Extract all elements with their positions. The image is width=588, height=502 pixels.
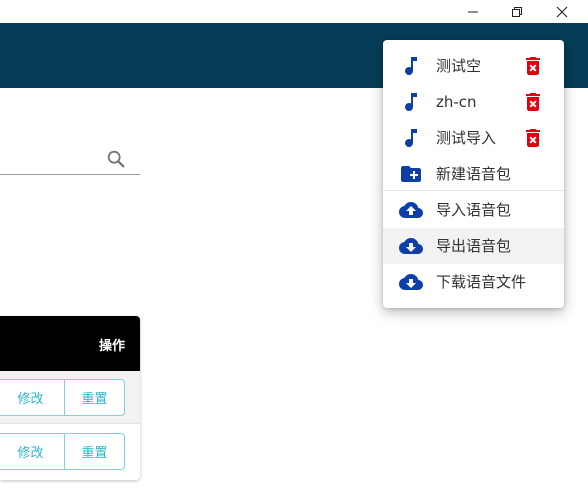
menu-item-export-pack[interactable]: 导出语音包: [383, 228, 564, 264]
voice-table: 操作 修改 重置 修改 重置: [0, 316, 140, 480]
cloud-upload-icon: [399, 202, 423, 218]
menu-item-pack-test-import[interactable]: 测试导入: [383, 120, 564, 156]
menu-item-import-pack[interactable]: 导入语音包: [383, 192, 564, 228]
menu-divider: [383, 190, 564, 191]
reset-button[interactable]: 重置: [64, 433, 125, 470]
menu-item-new-pack[interactable]: 新建语音包: [383, 156, 564, 192]
minimize-button[interactable]: [453, 0, 493, 23]
music-note-icon: [405, 93, 417, 112]
close-button[interactable]: [542, 0, 582, 23]
window-titlebar: [0, 0, 588, 23]
maximize-button[interactable]: [497, 0, 537, 23]
app-window: 操作 修改 重置 修改 重置 测试空 zh-cn 测试导入 新建语音包 导入语音…: [0, 0, 588, 502]
menu-item-label: 导入语音包: [436, 201, 512, 219]
reset-button[interactable]: 重置: [64, 379, 125, 416]
close-icon: [556, 6, 568, 17]
cloud-download-icon: [399, 274, 423, 290]
menu-item-download-voice-files[interactable]: 下载语音文件: [383, 264, 564, 300]
table-row: 修改 重置: [0, 371, 140, 424]
menu-item-label: 下载语音文件: [436, 273, 527, 291]
delete-icon[interactable]: [521, 90, 545, 114]
table-header: 操作: [0, 316, 140, 371]
menu-item-pack-test-empty[interactable]: 测试空: [383, 48, 564, 84]
cloud-download-icon: [399, 238, 423, 254]
delete-icon[interactable]: [521, 126, 545, 150]
restore-icon: [512, 6, 522, 17]
menu-item-label: zh-cn: [436, 93, 477, 111]
folder-add-icon: [401, 166, 421, 182]
menu-item-pack-zh-cn[interactable]: zh-cn: [383, 84, 564, 120]
table-row: 修改 重置: [0, 425, 140, 478]
voice-pack-menu: 测试空 zh-cn 测试导入 新建语音包 导入语音包 导出语音包 下载语音文件: [383, 40, 564, 308]
column-header-actions: 操作: [98, 339, 125, 354]
search-input[interactable]: [0, 144, 100, 174]
menu-item-label: 新建语音包: [436, 165, 512, 183]
search-icon[interactable]: [105, 148, 127, 170]
edit-button[interactable]: 修改: [0, 379, 65, 416]
edit-button[interactable]: 修改: [0, 433, 65, 470]
minimize-icon: [468, 11, 478, 12]
menu-item-label: 测试空: [436, 57, 482, 75]
search-field[interactable]: [0, 144, 140, 175]
music-note-icon: [405, 57, 417, 76]
menu-item-label: 测试导入: [436, 129, 497, 147]
menu-item-label: 导出语音包: [436, 237, 512, 255]
music-note-icon: [405, 129, 417, 148]
delete-icon[interactable]: [521, 54, 545, 78]
